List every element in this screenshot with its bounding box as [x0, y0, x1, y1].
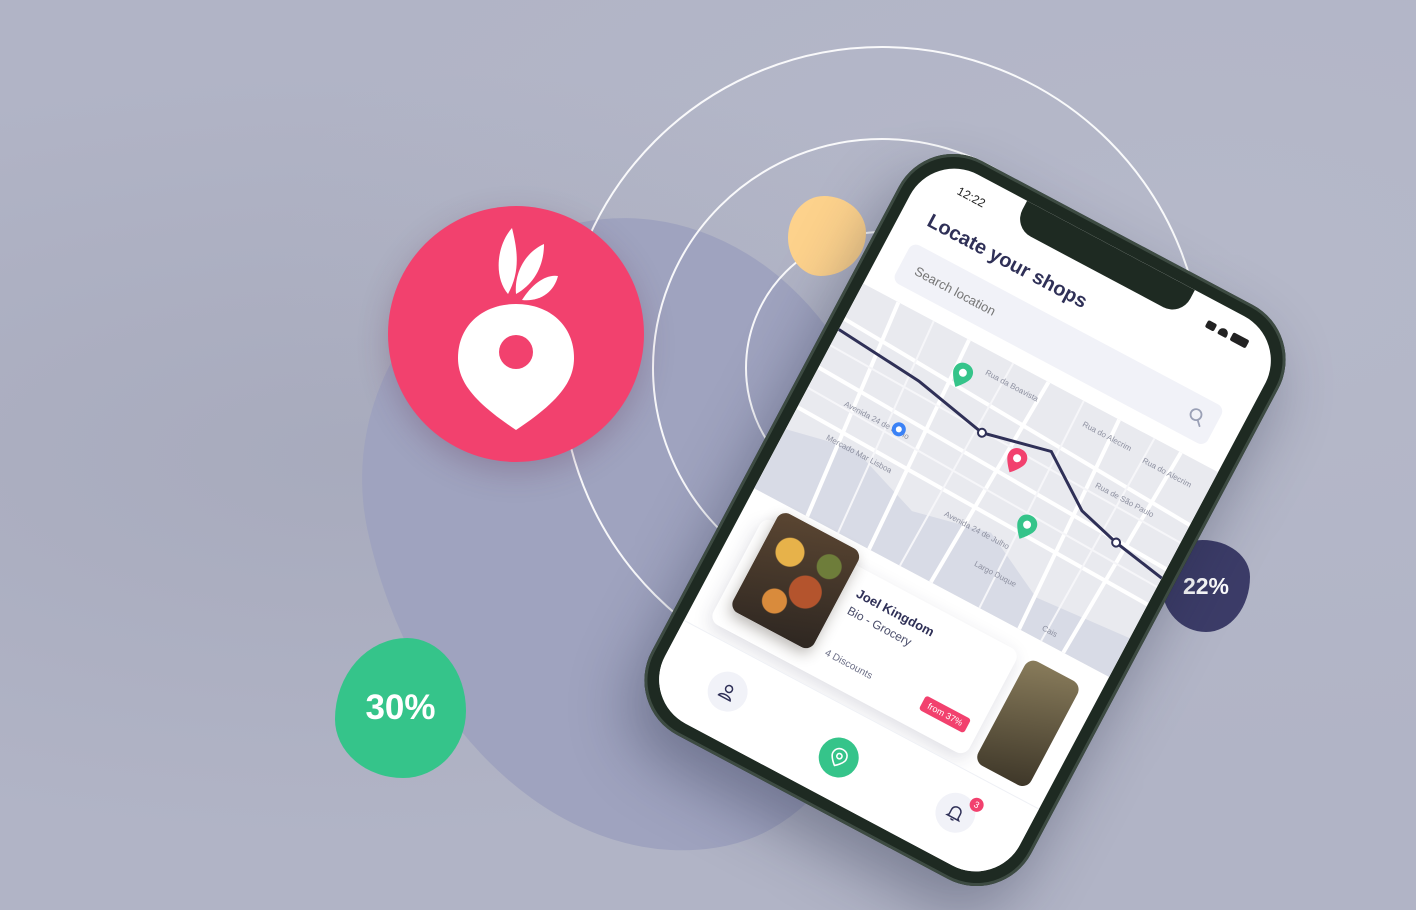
status-time: 12:22: [954, 183, 988, 211]
profile-icon: [717, 684, 734, 702]
shop-discounts: 4 Discounts: [822, 647, 875, 682]
nav-map-button[interactable]: [811, 730, 866, 785]
bell-icon: [945, 806, 962, 823]
signal-icon: [1204, 319, 1218, 332]
map-pin-icon: [831, 747, 848, 767]
battery-icon: [1229, 332, 1250, 349]
status-icons: [1204, 318, 1250, 349]
search-icon[interactable]: [1184, 404, 1208, 428]
discount-tag: from 37%: [919, 695, 972, 734]
nav-notifications-button[interactable]: 3: [928, 785, 987, 840]
nav-profile-button[interactable]: [700, 664, 755, 719]
radish-location-pin-icon: [458, 228, 574, 430]
app-logo: [388, 206, 644, 462]
wifi-icon: [1217, 326, 1230, 339]
notification-count-badge: 3: [967, 795, 987, 815]
